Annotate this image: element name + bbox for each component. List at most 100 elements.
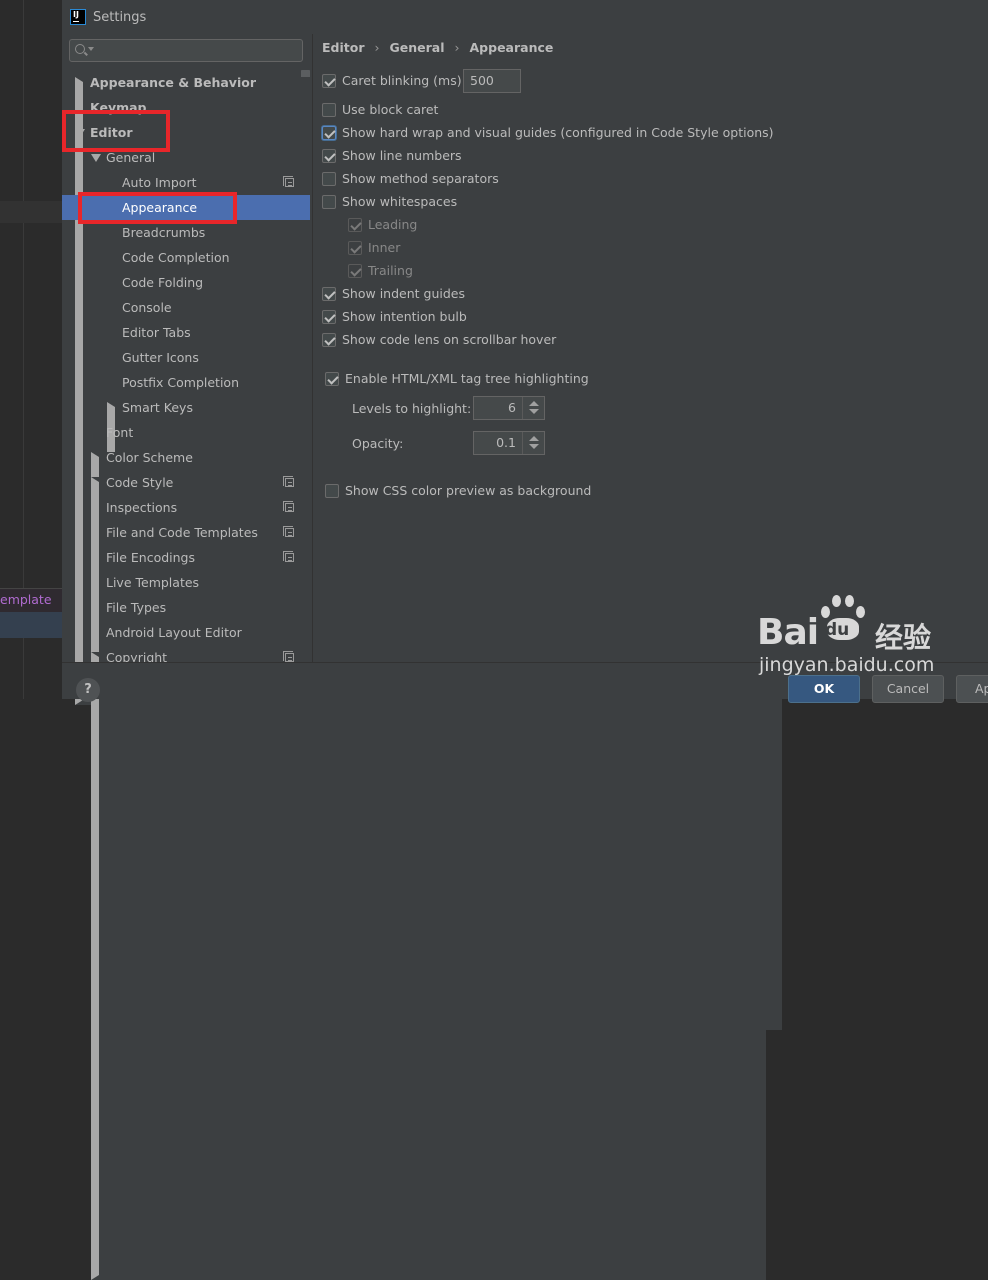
show-code-lens-checkbox[interactable] [322, 333, 336, 347]
settings-breadcrumb: Editor › General › Appearance [322, 40, 553, 55]
show-indent-guides-label: Show indent guides [342, 286, 465, 301]
tree-item[interactable]: Code Folding [62, 270, 310, 295]
search-icon[interactable] [75, 44, 85, 54]
show-hard-wrap-checkbox[interactable] [322, 126, 336, 140]
tree-item-label: Color Scheme [106, 450, 193, 465]
tree-item-label: Editor Tabs [122, 325, 191, 340]
tree-item[interactable]: Smart Keys [62, 395, 782, 1030]
editor-breadcrumb-fragment[interactable]: emplate [0, 592, 52, 607]
tree-item-label: Inspections [106, 500, 178, 515]
breadcrumb-separator: › [454, 40, 460, 55]
levels-spinner-buttons[interactable] [522, 397, 544, 419]
tree-item-label: Appearance & Behavior [90, 75, 256, 90]
use-block-caret-label: Use block caret [342, 102, 439, 117]
tree-item[interactable]: Gutter Icons [62, 345, 310, 370]
tree-item[interactable]: Code Style [62, 470, 766, 1105]
show-method-separators-label: Show method separators [342, 171, 499, 186]
breadcrumb-separator: › [374, 40, 380, 55]
tree-item-label: Code Completion [122, 250, 230, 265]
show-hard-wrap-label: Show hard wrap and visual guides (config… [342, 125, 774, 140]
caret-blinking-label: Caret blinking (ms): [342, 73, 466, 88]
tree-item[interactable]: Android Layout Editor [62, 620, 310, 645]
use-block-caret-checkbox[interactable] [322, 103, 336, 117]
caret-blinking-ms-input[interactable]: 500 [463, 69, 521, 93]
tree-item[interactable]: Editor Tabs [62, 320, 310, 345]
tree-item[interactable]: Console [62, 295, 310, 320]
tree-item-label: Live Templates [106, 575, 200, 590]
show-line-numbers-label: Show line numbers [342, 148, 462, 163]
project-settings-icon [283, 476, 294, 487]
spinner-up-icon[interactable] [529, 436, 539, 441]
caret-blinking-checkbox[interactable] [322, 74, 336, 88]
enable-tag-tree-label: Enable HTML/XML tag tree highlighting [345, 371, 589, 386]
show-indent-guides-checkbox[interactable] [322, 287, 336, 301]
tree-item[interactable]: File Types [62, 595, 310, 620]
settings-dialog: IJ Settings Appearance & Behavior Keymap E… [62, 0, 988, 1280]
tree-item[interactable]: Inspections [62, 495, 310, 520]
editor-caret-row [0, 201, 62, 223]
show-intention-bulb-label: Show intention bulb [342, 309, 467, 324]
help-button[interactable]: ? [76, 678, 100, 702]
opacity-label: Opacity: [352, 436, 404, 451]
trailing-checkbox[interactable] [348, 264, 362, 278]
expand-arrow-down-icon[interactable] [91, 154, 101, 162]
settings-sidebar: Appearance & Behavior Keymap Editor General… [62, 34, 782, 1280]
tree-item-label: Smart Keys [122, 400, 193, 415]
tree-item[interactable]: Appearance & Behavior [62, 70, 750, 705]
tree-item[interactable]: File and Code Templates [62, 520, 310, 545]
tree-item[interactable]: Code Completion [62, 245, 310, 270]
css-color-preview-checkbox[interactable] [325, 484, 339, 498]
tree-item-label: Postfix Completion [122, 375, 239, 390]
inner-checkbox[interactable] [348, 241, 362, 255]
levels-to-highlight-label: Levels to highlight: [352, 401, 472, 416]
tree-item-label: Font [106, 425, 134, 440]
project-settings-icon [283, 176, 294, 187]
opacity-spinner-buttons[interactable] [522, 432, 544, 454]
leading-checkbox[interactable] [348, 218, 362, 232]
spinner-down-icon[interactable] [529, 444, 539, 449]
show-whitespaces-checkbox[interactable] [322, 195, 336, 209]
breadcrumb-editor: Editor [322, 40, 365, 55]
tree-item[interactable]: Postfix Completion [62, 370, 310, 395]
tree-item[interactable]: Live Templates [62, 570, 310, 595]
project-settings-icon [283, 501, 294, 512]
opacity-spinner[interactable]: 0.1 [473, 431, 545, 455]
leading-label: Leading [368, 217, 418, 232]
opacity-value: 0.1 [496, 435, 516, 450]
editor-breadcrumb-text: emplate [0, 592, 52, 607]
app-icon-text: IJ [73, 10, 79, 19]
editor-selected-row [0, 612, 62, 638]
tree-item-label: Code Style [106, 475, 174, 490]
show-intention-bulb-checkbox[interactable] [322, 310, 336, 324]
enable-tag-tree-checkbox[interactable] [325, 372, 339, 386]
tree-item-label: File Types [106, 600, 167, 615]
tree-item-label: File Encodings [106, 550, 196, 565]
spinner-up-icon[interactable] [529, 401, 539, 406]
tree-item-label: Code Folding [122, 275, 204, 290]
tree-item-label: Gutter Icons [122, 350, 199, 365]
dialog-title: Settings [93, 9, 147, 25]
project-settings-icon [283, 651, 294, 662]
search-dropdown-icon[interactable] [88, 47, 94, 51]
css-color-preview-label: Show CSS color preview as background [345, 483, 592, 498]
levels-to-highlight-value: 6 [508, 400, 516, 415]
project-settings-icon [283, 526, 294, 537]
dialog-titlebar[interactable]: IJ Settings [62, 0, 988, 34]
inner-label: Inner [368, 240, 401, 255]
settings-content: Editor › General › Appearance Caret blinking… [313, 34, 988, 662]
tree-item[interactable]: File Encodings [62, 545, 310, 570]
show-method-separators-checkbox[interactable] [322, 172, 336, 186]
highlight-box-appearance [78, 192, 237, 224]
trailing-label: Trailing [368, 263, 413, 278]
expand-arrow-right-icon[interactable] [91, 652, 766, 1280]
intellij-app-icon: IJ [70, 9, 86, 25]
levels-to-highlight-spinner[interactable]: 6 [473, 396, 545, 420]
tree-item[interactable]: Font [62, 420, 310, 445]
dialog-footer: ? OK Cancel Ap [62, 663, 988, 703]
tree-item[interactable]: Color Scheme [62, 445, 766, 1080]
spinner-down-icon[interactable] [529, 409, 539, 414]
show-line-numbers-checkbox[interactable] [322, 149, 336, 163]
tree-item-label: Android Layout Editor [106, 625, 242, 640]
settings-search-input[interactable] [69, 39, 303, 62]
breadcrumb-general: General [389, 40, 445, 55]
